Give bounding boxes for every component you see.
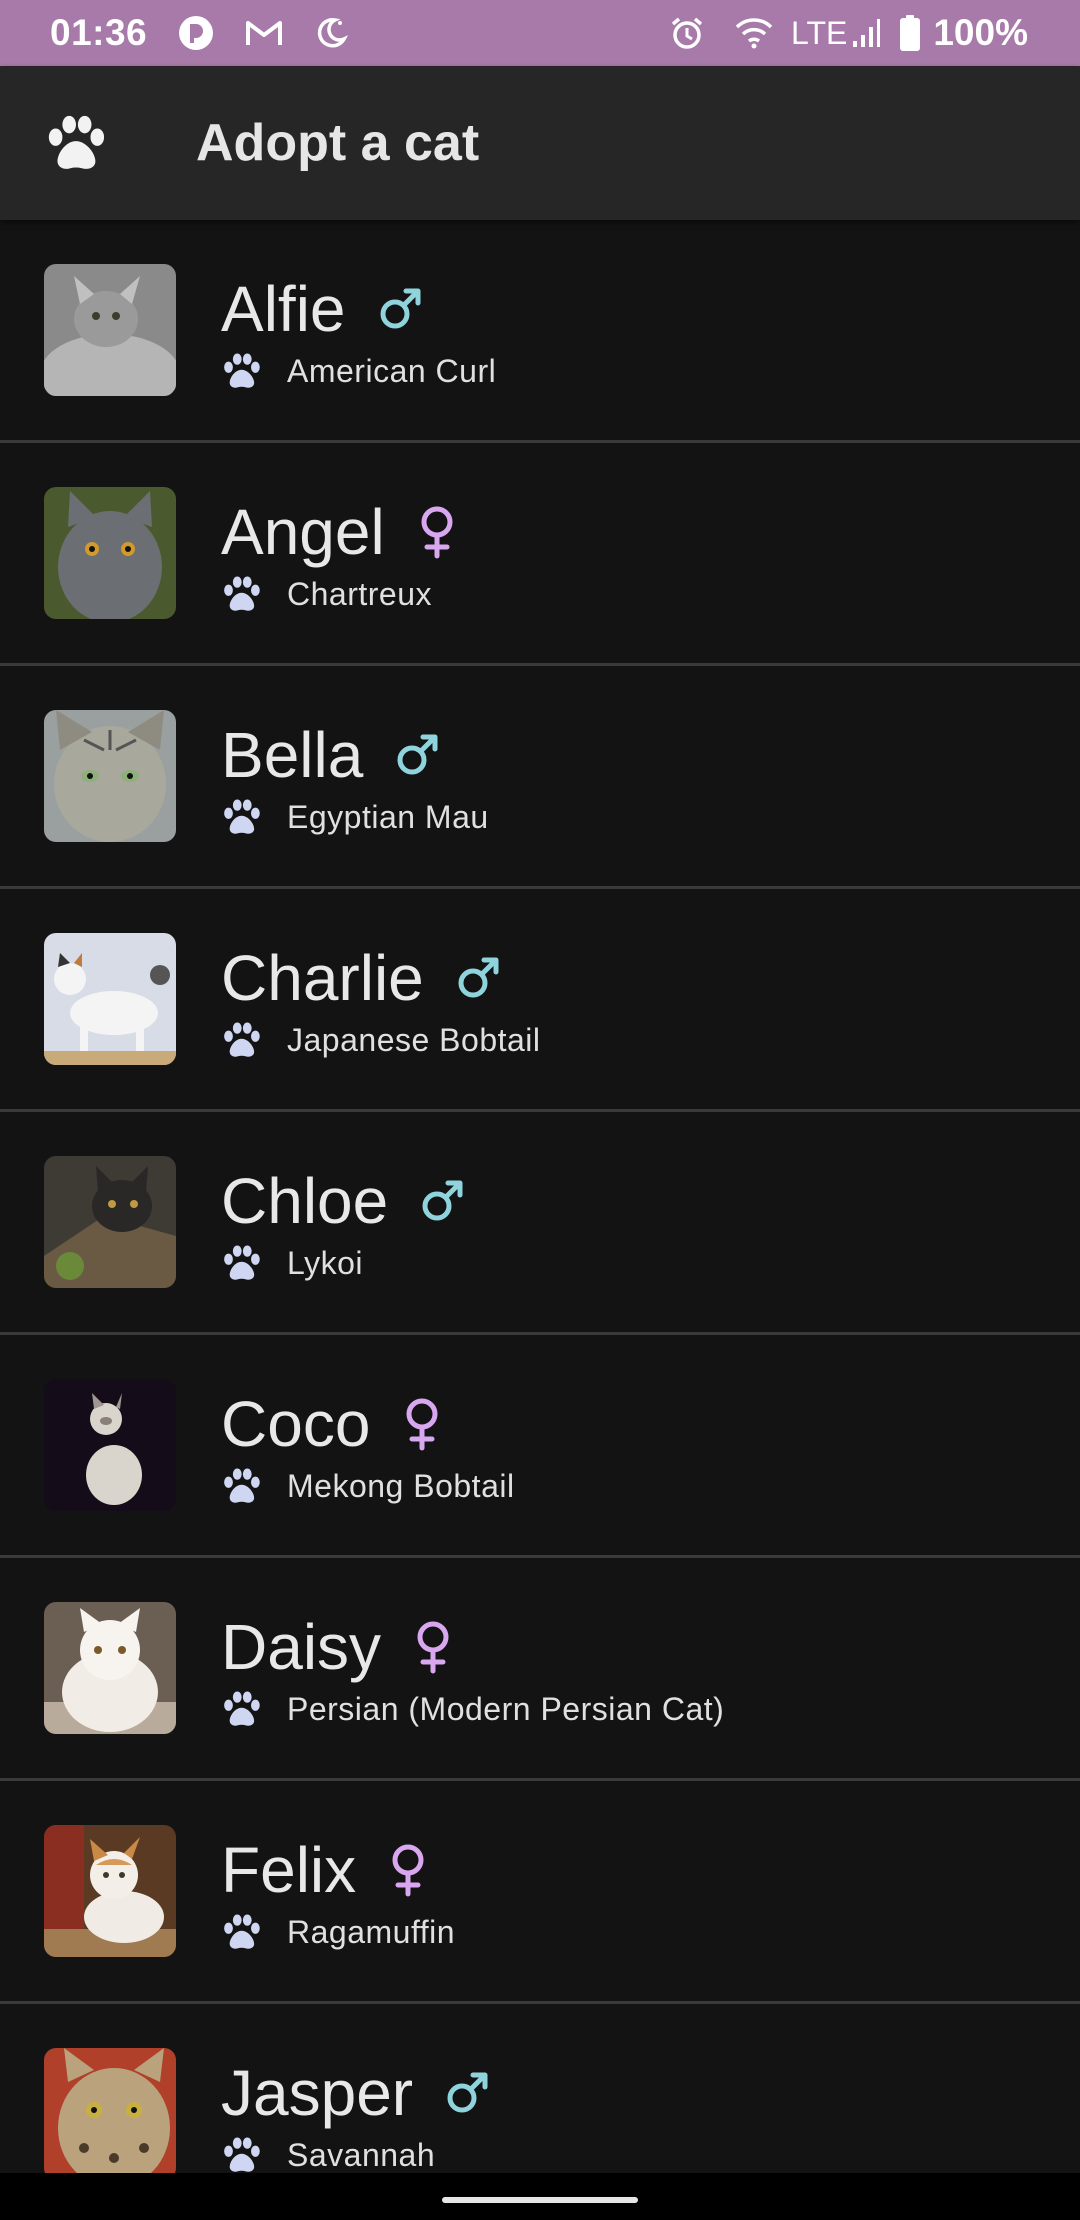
paw-icon (224, 1468, 260, 1503)
cat-list-item[interactable]: Angel Chartreux (0, 443, 1080, 666)
page-title: Adopt a cat (196, 114, 480, 172)
cell-signal-icon (851, 17, 881, 49)
cat-breed: Egyptian Mau (287, 798, 489, 835)
cat-list: Alfie American Curl Angel Chartreux Bell… (0, 220, 1080, 2220)
cat-name: Jasper (221, 2057, 414, 2129)
cat-list-item[interactable]: Chloe Lykoi (0, 1112, 1080, 1335)
male-icon (454, 954, 502, 1002)
male-icon (418, 1177, 466, 1225)
paw-icon (224, 353, 260, 388)
cat-breed: Lykoi (287, 1244, 364, 1281)
status-bar: 01:36 LTE 100% (0, 0, 1080, 66)
cat-photo (44, 1156, 176, 1288)
cat-breed: Chartreux (287, 575, 432, 612)
breed-line: Lykoi (221, 1243, 466, 1283)
breed-line: Egyptian Mau (221, 797, 489, 837)
cat-info: Angel Chartreux (221, 492, 459, 614)
cat-name: Bella (221, 719, 364, 791)
cat-photo (44, 2048, 176, 2180)
male-icon (376, 285, 424, 333)
cat-list-item[interactable]: Alfie American Curl (0, 220, 1080, 443)
battery-icon (899, 15, 921, 51)
cat-name: Daisy (221, 1611, 382, 1683)
cat-info: Alfie American Curl (221, 269, 496, 391)
navigation-bar (0, 2173, 1080, 2220)
breed-line: Chartreux (221, 574, 459, 614)
wifi-icon (735, 17, 773, 49)
status-time: 01:36 (50, 12, 148, 53)
cat-name: Felix (221, 1834, 357, 1906)
cat-info: Charlie Japanese Bobtail (221, 938, 541, 1060)
gmail-icon (245, 18, 283, 48)
cat-info: Jasper Savannah (221, 2053, 491, 2175)
cat-breed: American Curl (287, 352, 497, 389)
cat-breed: Savannah (287, 2136, 436, 2173)
cat-photo (44, 1825, 176, 1957)
breed-line: Savannah (221, 2135, 491, 2175)
name-line: Felix (221, 1830, 455, 1910)
name-line: Chloe (221, 1161, 466, 1241)
cat-list-item[interactable]: Coco Mekong Bobtail (0, 1335, 1080, 1558)
breed-line: Persian (Modern Persian Cat) (221, 1689, 724, 1729)
cat-info: Daisy Persian (Modern Persian Cat) (221, 1607, 724, 1729)
cat-name: Chloe (221, 1165, 389, 1237)
paw-icon (224, 2137, 260, 2172)
cat-name: Charlie (221, 942, 424, 1014)
name-line: Alfie (221, 269, 496, 349)
cat-breed: Mekong Bobtail (287, 1467, 515, 1504)
male-icon (393, 731, 441, 779)
paw-icon (224, 1691, 260, 1726)
male-icon (443, 2069, 491, 2117)
battery-level: 100% (933, 12, 1028, 53)
paw-icon (224, 576, 260, 611)
paw-icon (48, 115, 105, 169)
cat-name: Alfie (221, 273, 346, 345)
cat-list-item[interactable]: Bella Egyptian Mau (0, 666, 1080, 889)
cat-breed: Japanese Bobtail (287, 1021, 541, 1058)
cat-breed: Ragamuffin (287, 1913, 456, 1950)
paw-icon (224, 1022, 260, 1057)
paw-icon (224, 1245, 260, 1280)
cat-info: Bella Egyptian Mau (221, 715, 489, 837)
cat-photo (44, 933, 176, 1065)
breed-line: Mekong Bobtail (221, 1466, 515, 1506)
cat-info: Felix Ragamuffin (221, 1830, 455, 1952)
female-icon (400, 1397, 444, 1451)
app-notification-icon (177, 14, 215, 52)
breed-line: American Curl (221, 351, 496, 391)
name-line: Daisy (221, 1607, 724, 1687)
breed-line: Japanese Bobtail (221, 1020, 541, 1060)
cat-info: Coco Mekong Bobtail (221, 1384, 515, 1506)
network-type: LTE (791, 14, 848, 51)
cat-breed: Persian (Modern Persian Cat) (287, 1690, 725, 1727)
female-icon (386, 1843, 430, 1897)
do-not-disturb-moon-icon (313, 15, 349, 51)
name-line: Bella (221, 715, 489, 795)
name-line: Charlie (221, 938, 541, 1018)
cat-list-item[interactable]: Charlie Japanese Bobtail (0, 889, 1080, 1112)
cat-name: Coco (221, 1388, 371, 1460)
name-line: Angel (221, 492, 459, 572)
breed-line: Ragamuffin (221, 1912, 455, 1952)
cat-name: Angel (221, 496, 385, 568)
female-icon (411, 1620, 455, 1674)
cat-info: Chloe Lykoi (221, 1161, 466, 1283)
home-gesture-handle[interactable] (442, 2197, 638, 2203)
cat-photo (44, 487, 176, 619)
name-line: Coco (221, 1384, 515, 1464)
paw-icon (224, 799, 260, 834)
cat-list-item[interactable]: Daisy Persian (Modern Persian Cat) (0, 1558, 1080, 1781)
status-left: 01:36 (50, 12, 349, 54)
status-right: LTE 100% (669, 12, 1028, 54)
cat-photo (44, 264, 176, 396)
app-bar: Adopt a cat (0, 66, 1080, 220)
cat-photo (44, 1602, 176, 1734)
paw-icon (224, 1914, 260, 1949)
cat-photo (44, 710, 176, 842)
cat-photo (44, 1379, 176, 1511)
name-line: Jasper (221, 2053, 491, 2133)
cat-list-item[interactable]: Felix Ragamuffin (0, 1781, 1080, 2004)
female-icon (415, 505, 459, 559)
alarm-icon (669, 15, 705, 51)
